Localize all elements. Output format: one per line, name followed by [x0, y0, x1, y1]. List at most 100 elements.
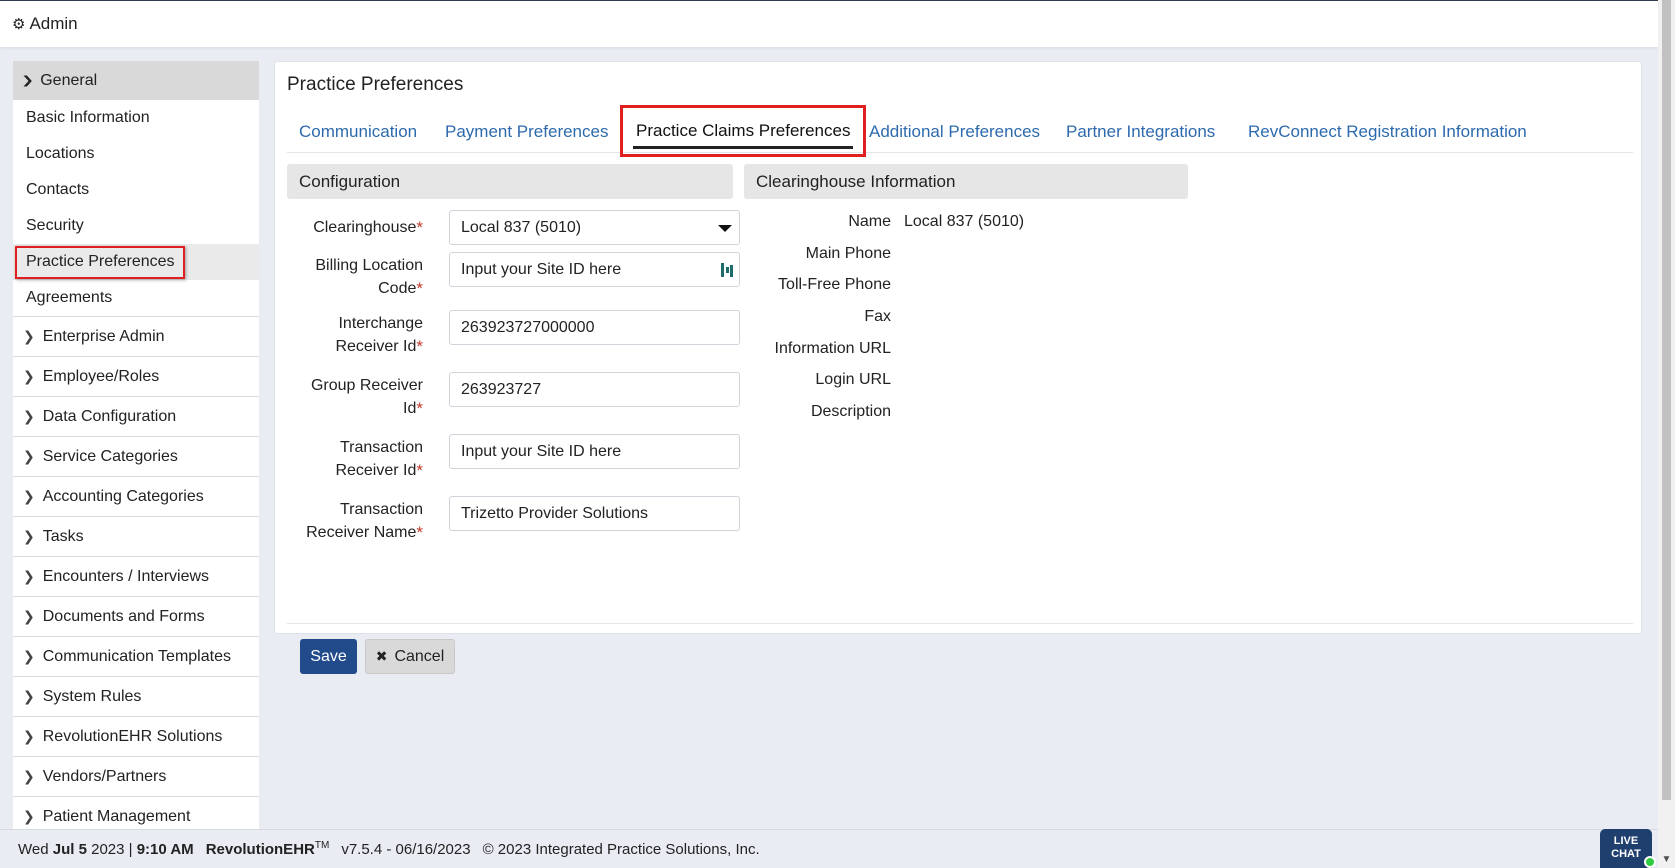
tab-communication[interactable]: Communication	[299, 110, 417, 153]
sidebar-group-general[interactable]: ❯ General	[13, 61, 259, 100]
sidebar-group-enterprise-admin[interactable]: ❯ Enterprise Admin	[13, 316, 259, 356]
billing-location-input[interactable]: Input your Site ID here	[449, 252, 740, 287]
main-card: Practice Preferences Communication Payme…	[274, 61, 1642, 674]
info-toll-free-label: Toll-Free Phone	[778, 276, 891, 293]
footer-copyright: © 2023 Integrated Practice Solutions, In…	[482, 840, 760, 858]
info-name-value: Local 837 (5010)	[904, 213, 1025, 230]
sidebar-group-encounters-interviews[interactable]: ❯ Encounters / Interviews	[13, 556, 259, 596]
save-button[interactable]: Save	[300, 639, 357, 674]
footer-date: Jul 5	[52, 840, 87, 858]
chevron-right-icon: ❯	[23, 808, 35, 824]
tab-revconnect-registration[interactable]: RevConnect Registration Information	[1248, 110, 1527, 153]
footer-time: 9:10 AM	[136, 840, 194, 858]
chevron-down-icon: ❯	[21, 75, 35, 87]
sidebar-group-accounting-categories[interactable]: ❯ Accounting Categories	[13, 476, 259, 516]
info-toll-free-row: Toll-Free Phone	[744, 276, 891, 298]
sidebar-group-system-rules[interactable]: ❯ System Rules	[13, 676, 259, 716]
footer-year: 2023	[91, 840, 125, 858]
sidebar-group-patient-management[interactable]: ❯ Patient Management	[13, 796, 259, 829]
transaction-receiver-id-input[interactable]: Input your Site ID here	[449, 434, 740, 469]
transaction-receiver-name-input[interactable]: Trizetto Provider Solutions	[449, 496, 740, 531]
page-scrollbar[interactable]: ▼	[1658, 0, 1675, 868]
chevron-right-icon: ❯	[23, 768, 35, 784]
info-main-phone-row: Main Phone	[744, 245, 891, 267]
configuration-header: Configuration	[287, 164, 733, 199]
chevron-right-icon: ❯	[23, 448, 35, 464]
transaction-receiver-id-label: Transaction Receiver Id*	[335, 439, 423, 480]
section-title: Practice Preferences	[287, 74, 464, 95]
cancel-button[interactable]: ✖ Cancel	[365, 639, 455, 674]
info-name-row: Name	[744, 213, 891, 235]
sidebar-item-agreements[interactable]: Agreements	[13, 280, 259, 316]
chevron-right-icon: ❯	[23, 368, 35, 384]
info-fax-row: Fax	[744, 308, 891, 330]
close-icon: ✖	[375, 648, 388, 664]
sidebar-item-practice-preferences[interactable]: Practice Preferences	[13, 244, 259, 280]
required-marker: *	[416, 218, 423, 237]
chevron-right-icon: ❯	[23, 608, 35, 624]
tab-payment-preferences[interactable]: Payment Preferences	[445, 110, 608, 153]
info-description-row: Description	[744, 403, 891, 425]
sidebar-item-locations[interactable]: Locations	[13, 136, 259, 172]
sidebar-group-documents-and-forms[interactable]: ❯ Documents and Forms	[13, 596, 259, 636]
sidebar-item-security[interactable]: Security	[13, 208, 259, 244]
required-marker: *	[416, 337, 423, 356]
info-fax-label: Fax	[864, 308, 891, 325]
transaction-receiver-name-label: Transaction Receiver Name*	[306, 501, 423, 542]
footer-version: v7.5.4 - 06/16/2023	[341, 840, 471, 858]
group-receiver-input[interactable]: 263923727	[449, 372, 740, 407]
required-marker: *	[416, 279, 423, 298]
sidebar-group-data-configuration[interactable]: ❯ Data Configuration	[13, 396, 259, 436]
chevron-right-icon: ❯	[23, 528, 35, 544]
required-marker: *	[416, 399, 423, 418]
page-title: Admin	[29, 13, 78, 33]
gears-icon: ⚙	[12, 15, 26, 33]
clearinghouse-label: Clearinghouse*	[313, 218, 423, 237]
caret-down-icon	[718, 225, 732, 232]
sidebar-group-tasks[interactable]: ❯ Tasks	[13, 516, 259, 556]
group-receiver-label: Group Receiver Id*	[310, 377, 423, 418]
chevron-right-icon: ❯	[23, 688, 35, 704]
sidebar-group-employee-roles[interactable]: ❯ Employee/Roles	[13, 356, 259, 396]
interchange-receiver-label: Interchange Receiver Id*	[335, 315, 423, 356]
required-marker: *	[416, 523, 423, 542]
form-divider	[287, 623, 1633, 624]
footer-brand: RevolutionEHRTM	[205, 840, 330, 858]
scrollbar-thumb[interactable]	[1662, 0, 1671, 800]
sidebar-item-basic-information[interactable]: Basic Information	[13, 100, 259, 136]
chevron-right-icon: ❯	[23, 728, 35, 744]
status-footer: Wed Jul 5 2023 | 9:10 AM RevolutionEHRTM…	[0, 829, 1658, 868]
interchange-receiver-input[interactable]: 263923727000000	[449, 310, 740, 345]
clearinghouse-select[interactable]: Local 837 (5010)	[449, 210, 740, 245]
info-information-url-row: Information URL	[744, 340, 892, 362]
sidebar-group-communication-templates[interactable]: ❯ Communication Templates	[13, 636, 259, 676]
tab-additional-preferences[interactable]: Additional Preferences	[869, 110, 1040, 153]
info-description-label: Description	[810, 403, 891, 420]
live-chat-button[interactable]: LIVE CHAT	[1600, 829, 1656, 868]
chevron-right-icon: ❯	[23, 488, 35, 504]
top-bar: ⚙ Admin	[0, 0, 1658, 48]
tab-partner-integrations[interactable]: Partner Integrations	[1066, 110, 1215, 153]
password-manager-icon[interactable]	[720, 261, 734, 279]
chevron-right-icon: ❯	[23, 648, 35, 664]
scroll-down-arrow-icon[interactable]: ▼	[1658, 851, 1675, 868]
clearinghouse-info-header: Clearinghouse Information	[744, 164, 1188, 199]
chevron-right-icon: ❯	[23, 568, 35, 584]
active-tab-underline	[633, 146, 854, 149]
info-information-url-label: Information URL	[774, 340, 892, 357]
sidebar-group-revolutionehr-solutions[interactable]: ❯ RevolutionEHR Solutions	[13, 716, 259, 756]
tab-bar: Communication Payment Preferences Practi…	[287, 105, 1633, 157]
sidebar-item-contacts[interactable]: Contacts	[13, 172, 259, 208]
info-login-url-row: Login URL	[744, 371, 891, 393]
info-login-url-label: Login URL	[815, 371, 891, 388]
info-main-phone-label: Main Phone	[805, 245, 891, 262]
required-marker: *	[416, 461, 423, 480]
sidebar: ❯ General Basic Information Locations Co…	[13, 61, 259, 829]
sidebar-group-label: General	[40, 71, 98, 89]
tab-practice-claims-preferences[interactable]: Practice Claims Preferences	[620, 105, 867, 157]
chevron-right-icon: ❯	[23, 408, 35, 424]
sidebar-group-vendors-partners[interactable]: ❯ Vendors/Partners	[13, 756, 259, 796]
sidebar-group-service-categories[interactable]: ❯ Service Categories	[13, 436, 259, 476]
info-name-label: Name	[848, 213, 891, 230]
footer-day: Wed	[18, 840, 49, 858]
